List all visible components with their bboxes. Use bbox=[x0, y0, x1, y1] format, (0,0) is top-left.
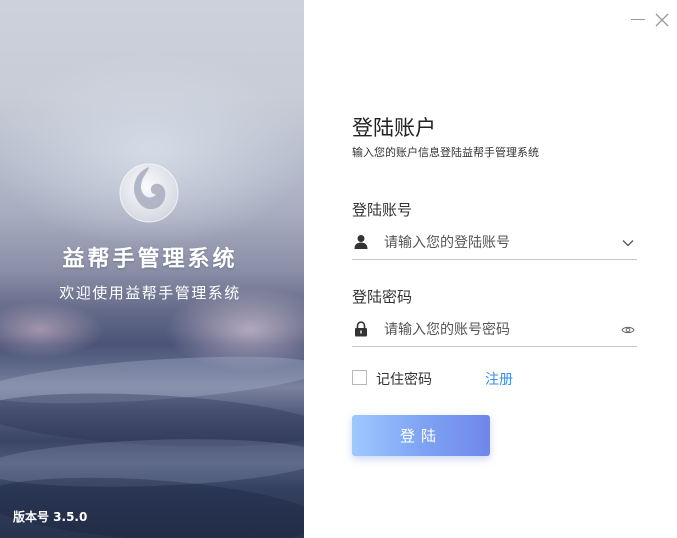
account-input[interactable] bbox=[384, 230, 614, 256]
swirl-logo-icon bbox=[119, 163, 179, 223]
lock-icon bbox=[355, 321, 367, 337]
hero-panel: 益帮手管理系统 欢迎使用益帮手管理系统 版本号 3.5.0 bbox=[0, 0, 304, 538]
form-title: 登陆账户 bbox=[352, 116, 436, 140]
form-description: 输入您的账户信息登陆益帮手管理系统 bbox=[352, 146, 539, 159]
account-label: 登陆账号 bbox=[352, 201, 413, 219]
minimize-icon bbox=[631, 19, 645, 20]
remember-password-label[interactable]: 记住密码 bbox=[376, 369, 432, 389]
password-label: 登陆密码 bbox=[352, 288, 413, 306]
register-link[interactable]: 注册 bbox=[485, 369, 513, 389]
welcome-subtitle: 欢迎使用益帮手管理系统 bbox=[59, 284, 241, 302]
remember-password-checkbox[interactable] bbox=[352, 370, 367, 385]
app-title: 益帮手管理系统 bbox=[62, 247, 238, 272]
close-icon[interactable] bbox=[654, 12, 670, 28]
eye-icon[interactable] bbox=[621, 323, 635, 337]
chevron-down-icon[interactable] bbox=[621, 236, 635, 250]
password-input[interactable] bbox=[384, 317, 614, 343]
user-icon bbox=[354, 235, 368, 249]
login-button[interactable]: 登陆 bbox=[352, 415, 490, 456]
version-label: 版本号 3.5.0 bbox=[13, 510, 88, 524]
account-field[interactable] bbox=[352, 228, 637, 260]
password-field[interactable] bbox=[352, 315, 637, 347]
minimize-button[interactable] bbox=[627, 10, 649, 30]
